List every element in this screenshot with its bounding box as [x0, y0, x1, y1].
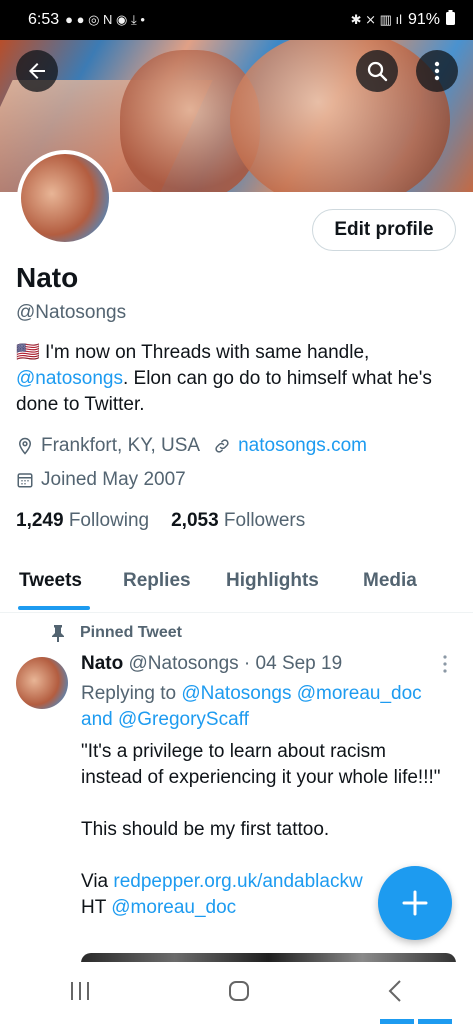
reply-mention-gregoryscaff[interactable]: @GregoryScaff	[118, 709, 249, 730]
tab-replies[interactable]: Replies	[123, 570, 191, 592]
bottom-accent-right	[418, 1019, 452, 1024]
recent-apps-button[interactable]	[68, 980, 92, 1007]
tweet-author-handle: @Natosongs	[128, 653, 239, 674]
home-button[interactable]	[227, 979, 251, 1008]
following-link[interactable]: 1,249 Following	[16, 510, 149, 532]
tweet-avatar[interactable]	[16, 657, 68, 709]
compose-tweet-button[interactable]	[378, 866, 452, 940]
followers-label: Followers	[223, 510, 306, 531]
status-bar: 6:53 ● ● ◎ N ◉ ⤓ • ✱ ⨯ ▥ ıl 91%	[0, 0, 473, 40]
profile-handle: @Natosongs	[16, 302, 127, 323]
system-icons: ✱ ⨯ ▥ ıl	[350, 12, 402, 27]
following-label: Following	[68, 510, 150, 531]
profile-joined: Joined May 2007	[41, 469, 186, 490]
profile-name: Nato	[16, 262, 79, 293]
home-icon	[228, 980, 249, 1001]
back-button[interactable]	[16, 50, 58, 92]
more-vertical-icon	[434, 61, 440, 81]
calendar-icon	[17, 473, 33, 488]
replying-to: Replying to @Natosongs @moreau_docand @G…	[81, 681, 451, 733]
via-link[interactable]: redpepper.org.uk/andablackw	[113, 871, 362, 892]
tweet-quote: "It's a privilege to learn about racism …	[81, 741, 441, 788]
search-icon	[367, 61, 388, 82]
bio-text-1: I'm now on Threads with same handle,	[39, 342, 370, 363]
tweet-line-2: This should be my first tattoo.	[81, 819, 330, 840]
system-nav-bar	[0, 962, 473, 1024]
tab-active-indicator	[18, 606, 90, 610]
replying-prefix: Replying to	[81, 683, 182, 704]
pinned-text: Pinned Tweet	[80, 624, 182, 641]
location-pin-icon	[18, 437, 32, 455]
status-time: 6:53	[28, 11, 60, 28]
battery-icon	[446, 10, 455, 30]
tweet-header: Nato @Natosongs · 04 Sep 19	[81, 653, 342, 675]
chevron-left-icon	[388, 979, 401, 1002]
profile-joined-row: Joined May 2007	[16, 469, 186, 491]
tab-media[interactable]: Media	[363, 570, 417, 592]
tweet-date[interactable]: 04 Sep 19	[256, 653, 343, 674]
status-left: 6:53 ● ● ◎ N ◉ ⤓ •	[28, 11, 145, 29]
ht-mention-moreau[interactable]: @moreau_doc	[111, 897, 236, 918]
recent-apps-icon	[70, 981, 89, 1000]
tweet-author-name[interactable]: Nato	[81, 653, 123, 674]
via-prefix: Via	[81, 871, 114, 892]
search-button[interactable]	[356, 50, 398, 92]
back-nav-button[interactable]	[386, 979, 406, 1008]
follow-counts: 1,249 Following 2,053 Followers	[16, 510, 305, 532]
status-right: ✱ ⨯ ▥ ıl 91%	[351, 10, 455, 30]
plus-icon	[402, 890, 428, 916]
reply-mention-natosongs[interactable]: @Natosongs	[181, 683, 291, 704]
following-count: 1,249	[16, 510, 64, 531]
more-vertical-icon	[443, 655, 447, 673]
reply-mention-moreau[interactable]: @moreau_doc	[297, 683, 422, 704]
followers-link[interactable]: 2,053 Followers	[171, 510, 305, 532]
notification-icons: ● ● ◎ N ◉ ⤓ •	[65, 12, 145, 27]
pinned-tweet-label: Pinned Tweet	[50, 624, 182, 642]
followers-count: 2,053	[171, 510, 219, 531]
bottom-accent-left	[380, 1019, 414, 1024]
profile-bio: 🇺🇸 I'm now on Threads with same handle, …	[16, 340, 461, 418]
profile-meta-row: Frankfort, KY, USA natosongs.com	[16, 435, 367, 457]
us-flag-icon: 🇺🇸	[16, 342, 40, 363]
pin-icon	[52, 625, 64, 642]
arrow-left-icon	[29, 63, 45, 79]
more-button[interactable]	[416, 50, 458, 92]
reply-and: and	[81, 709, 118, 730]
tab-highlights[interactable]: Highlights	[226, 570, 319, 592]
edit-profile-button[interactable]: Edit profile	[312, 209, 456, 251]
battery-percent: 91%	[407, 11, 440, 28]
profile-avatar[interactable]	[17, 150, 113, 246]
ht-prefix: HT	[81, 897, 112, 918]
tab-tweets[interactable]: Tweets	[19, 570, 82, 592]
profile-location: Frankfort, KY, USA	[41, 435, 201, 456]
tweet-separator: ·	[243, 653, 251, 674]
bio-link-natosongs[interactable]: @natosongs	[16, 368, 123, 389]
profile-tabs: Tweets Replies Highlights Media	[0, 562, 473, 613]
profile-website-link[interactable]: natosongs.com	[238, 435, 367, 457]
tweet-more-button[interactable]	[440, 654, 450, 679]
link-icon	[215, 439, 229, 453]
